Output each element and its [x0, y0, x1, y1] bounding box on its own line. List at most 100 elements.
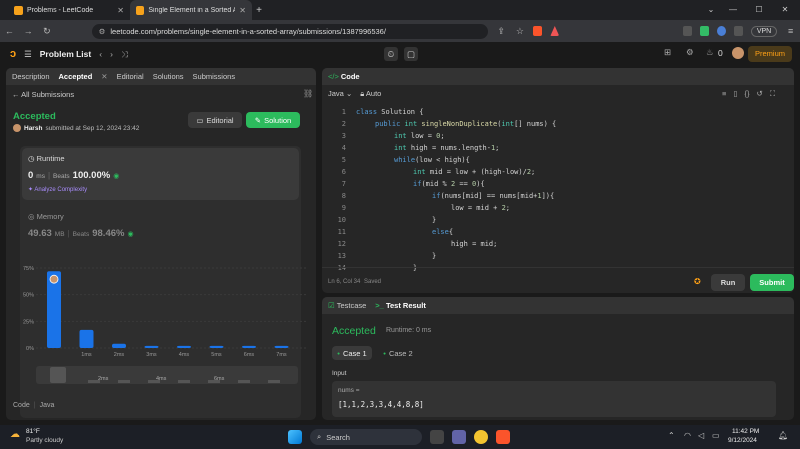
timer-icon[interactable]: ⏲	[384, 47, 398, 61]
language-select[interactable]: Java ⌄	[328, 89, 352, 99]
all-submissions-link[interactable]: ← All Submissions	[12, 90, 74, 99]
premium-button[interactable]: Premium	[747, 46, 792, 62]
forward-icon[interactable]: →	[23, 26, 34, 36]
solution-button[interactable]: ✎ Solution	[246, 112, 300, 128]
tab-editorial[interactable]: Editorial	[117, 72, 144, 81]
format-icon[interactable]: ≡	[722, 89, 726, 99]
windows-start-icon[interactable]	[288, 430, 302, 444]
case-1-tab[interactable]: • Case 1	[332, 346, 372, 360]
brave-rewards-icon[interactable]	[550, 26, 560, 36]
code-line[interactable]: 6 int mid = low + (high-low)/2;	[322, 166, 794, 178]
taskbar-search[interactable]: ⌕ Search	[310, 429, 422, 445]
code-line[interactable]: 5 while(low < high){	[322, 154, 794, 166]
code-line[interactable]: 7 if(mid % 2 == 0){	[322, 178, 794, 190]
code-line[interactable]: 3 int low = 0;	[322, 130, 794, 142]
chart-range-slider[interactable]: 2ms 4ms 6ms	[36, 366, 298, 384]
bar-6ms[interactable]	[242, 345, 256, 348]
code-line[interactable]: 2 public int singleNonDuplicate(int[] num…	[322, 118, 794, 130]
bar-4ms[interactable]	[177, 345, 191, 348]
extensions-puzzle-icon[interactable]	[733, 26, 743, 36]
close-window-icon[interactable]: ✕	[774, 0, 796, 20]
fullscreen-icon[interactable]: ⛶	[770, 89, 775, 99]
code-line[interactable]: 1 class Solution {	[322, 106, 794, 118]
brave-icon[interactable]	[496, 430, 510, 444]
slider-handle[interactable]	[50, 367, 66, 383]
new-tab-button[interactable]: +	[252, 5, 266, 16]
extension-icon[interactable]	[699, 26, 709, 36]
username[interactable]: Harsh	[24, 125, 42, 132]
code-line[interactable]: 4 int high = nums.length-1;	[322, 142, 794, 154]
sidebar-icon[interactable]	[682, 26, 692, 36]
run-button[interactable]: Run	[711, 274, 745, 291]
clock-date[interactable]: 9/12/2024	[728, 437, 757, 444]
leetcode-logo-icon[interactable]: ↄ	[10, 48, 16, 60]
browser-tab-problems[interactable]: Problems - LeetCode ✕	[8, 0, 130, 20]
vpn-button[interactable]: VPN	[750, 25, 778, 37]
bar-3ms[interactable]	[144, 345, 159, 348]
reset-icon[interactable]: ↺	[757, 89, 763, 99]
problem-list-link[interactable]: Problem List	[40, 49, 91, 59]
teams-icon[interactable]	[452, 430, 466, 444]
brave-shield-icon[interactable]	[533, 26, 543, 36]
code-line[interactable]: 8 if(nums[mid] == nums[mid+1]){	[322, 190, 794, 202]
notification-icon[interactable]: 🔔︎	[778, 431, 788, 440]
battery-icon[interactable]: ▭	[712, 431, 720, 440]
bar-2ms[interactable]	[112, 343, 126, 348]
bar-1ms[interactable]	[79, 329, 94, 348]
tab-search-icon[interactable]: ⌄	[700, 0, 722, 20]
shuffle-icon[interactable]: ⤨	[121, 49, 128, 60]
avatar[interactable]	[732, 47, 744, 59]
prev-problem-icon[interactable]: ‹	[99, 49, 102, 59]
fire-streak-icon[interactable]: ♨	[706, 47, 714, 58]
debug-icon[interactable]: ✪	[694, 277, 701, 286]
code-line[interactable]: 13}	[322, 250, 794, 262]
memory-header[interactable]: ◎ Memory	[28, 212, 64, 221]
bookmark-icon[interactable]: ▯	[733, 89, 737, 99]
weather-text[interactable]: Partly cloudy	[26, 437, 63, 444]
task-view-icon[interactable]	[430, 430, 444, 444]
runtime-box[interactable]: ◷ Runtime 0 ms | Beats 100.00% ◉ ✦ Analy…	[22, 148, 299, 200]
settings-gear-icon[interactable]: ⚙	[686, 47, 694, 58]
back-icon[interactable]: ←	[4, 26, 15, 36]
link-icon[interactable]: ⛓	[303, 89, 313, 98]
tab-submissions[interactable]: Submissions	[193, 72, 236, 81]
bar-7ms[interactable]	[274, 345, 289, 348]
bar-5ms[interactable]	[209, 345, 224, 348]
close-tab-icon[interactable]: ✕	[239, 6, 246, 15]
tray-overflow-icon[interactable]: ⌃	[668, 431, 675, 440]
weather-icon[interactable]: ☁	[10, 429, 20, 440]
extension-check-icon[interactable]	[716, 26, 726, 36]
wifi-icon[interactable]: ◠	[684, 431, 691, 440]
auto-toggle[interactable]: 🔒︎ Auto	[360, 89, 381, 99]
clock-time[interactable]: 11:42 PM	[732, 428, 759, 435]
code-line[interactable]: 12 high = mid;	[322, 238, 794, 250]
close-tab-icon[interactable]: ✕	[117, 6, 124, 15]
code-label[interactable]: Code	[13, 402, 30, 409]
volume-icon[interactable]: ◁	[698, 431, 704, 440]
tab-accepted[interactable]: Accepted	[59, 72, 93, 81]
chrome-icon[interactable]	[474, 430, 488, 444]
tab-testcase[interactable]: ☑ Testcase	[328, 301, 366, 310]
tab-solutions[interactable]: Solutions	[153, 72, 184, 81]
temperature[interactable]: 81°F	[26, 428, 40, 435]
code-line[interactable]: 9 low = mid + 2;	[322, 202, 794, 214]
code-line[interactable]: 10}	[322, 214, 794, 226]
notes-icon[interactable]: ▢	[404, 47, 418, 61]
case-2-tab[interactable]: • Case 2	[378, 346, 418, 360]
editorial-button[interactable]: ▭ Editorial	[188, 112, 242, 128]
analyze-complexity-link[interactable]: ✦ Analyze Complexity	[28, 186, 87, 193]
next-problem-icon[interactable]: ›	[110, 49, 113, 59]
minimize-icon[interactable]: —	[722, 0, 744, 20]
bookmark-icon[interactable]: ☆	[515, 26, 526, 37]
submit-button[interactable]: Submit	[750, 274, 794, 291]
address-bar[interactable]: ⚙ leetcode.com/problems/single-element-i…	[91, 23, 488, 39]
reload-icon[interactable]: ↻	[42, 26, 53, 37]
maximize-icon[interactable]: ☐	[748, 0, 770, 20]
code-editor[interactable]: 1 class Solution {2 public int singleNonDu…	[322, 106, 794, 272]
site-info-icon[interactable]: ⚙	[99, 27, 106, 36]
code-line[interactable]: 11 else{	[322, 226, 794, 238]
browser-tab-current[interactable]: Single Element in a Sorted Arr ✕	[130, 0, 252, 20]
tab-description[interactable]: Description	[12, 72, 50, 81]
close-accepted-tab-icon[interactable]: ✕	[101, 72, 107, 81]
tab-test-result[interactable]: >_ Test Result	[375, 301, 426, 310]
